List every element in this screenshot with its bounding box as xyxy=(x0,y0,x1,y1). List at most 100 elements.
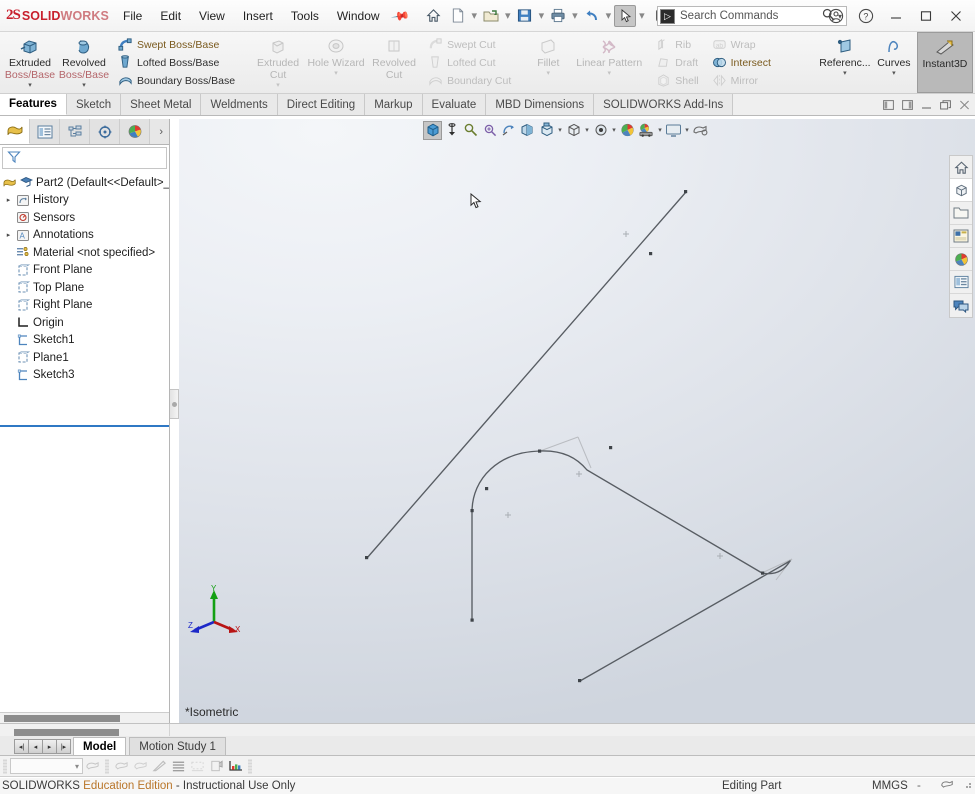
chevron-down-icon[interactable]: ▾ xyxy=(843,70,847,78)
dropdown-separator-print[interactable]: ▾ xyxy=(572,9,578,22)
property-manager-tab[interactable] xyxy=(30,119,60,144)
tree-item-front-plane[interactable]: Front Plane xyxy=(0,262,169,280)
render-region-button[interactable] xyxy=(188,757,207,775)
printer-icon[interactable] xyxy=(547,5,569,27)
new-file-icon[interactable] xyxy=(447,5,469,27)
lofted-boss-base-button[interactable]: Lofted Boss/Base xyxy=(113,54,239,72)
swept-boss-base-button[interactable]: Swept Boss/Base xyxy=(113,36,239,54)
tab-solidworks-add-ins[interactable]: SOLIDWORKS Add-Ins xyxy=(594,94,734,115)
previous-page-arrow-icon[interactable]: ◂ xyxy=(28,739,43,754)
doc-tab-motion-study-1[interactable]: Motion Study 1 xyxy=(129,737,226,755)
status-units[interactable]: MMGS xyxy=(872,780,908,792)
graphics-area[interactable]: ▾ ▾ ▾ ▾ ▾ Y Z X *Isometric xyxy=(179,119,975,723)
tree-item-sketch1[interactable]: Sketch1 xyxy=(0,332,169,350)
last-page-arrow-icon[interactable]: |▸ xyxy=(56,739,71,754)
dropdown-separator-undo[interactable]: ▾ xyxy=(606,9,612,22)
boundary-cut-button[interactable]: Boundary Cut xyxy=(423,72,515,90)
pane-left-icon[interactable] xyxy=(880,97,897,113)
wrap-button[interactable]: ab Wrap xyxy=(707,36,775,54)
feature-tree-filter-input[interactable] xyxy=(2,147,167,169)
material-sphere-button[interactable] xyxy=(112,757,131,775)
curves-button[interactable]: Curves ▾ xyxy=(871,32,917,93)
scene-sphere-button[interactable] xyxy=(131,757,150,775)
boundary-boss-base-button[interactable]: Boundary Boss/Base xyxy=(113,72,239,90)
tab-evaluate[interactable]: Evaluate xyxy=(422,94,487,115)
tree-item-top-plane[interactable]: Top Plane xyxy=(0,279,169,297)
configuration-manager-tab[interactable] xyxy=(60,119,90,144)
scrollbar-thumb[interactable] xyxy=(4,715,120,722)
solidworks-forum-button[interactable] xyxy=(950,294,972,317)
tab-features[interactable]: Features xyxy=(0,94,67,115)
appearances-scenes-button[interactable] xyxy=(950,248,972,271)
tree-item-annotations[interactable]: ▸ A Annotations xyxy=(0,227,169,245)
tree-item-sensors[interactable]: Sensors xyxy=(0,209,169,227)
toolbar-grip[interactable] xyxy=(3,758,7,774)
custom-properties-button[interactable] xyxy=(950,271,972,294)
revolved-boss-base-button[interactable]: Revolved Boss/Base ▾ xyxy=(57,32,111,93)
dropdown-separator-new[interactable]: ▾ xyxy=(472,9,478,22)
pane-right-icon[interactable] xyxy=(899,97,916,113)
final-render-button[interactable] xyxy=(207,757,226,775)
revolved-cut-button[interactable]: Revolved Cut xyxy=(367,32,421,93)
first-page-arrow-icon[interactable]: ◂| xyxy=(14,739,29,754)
minimize-icon[interactable] xyxy=(881,4,911,28)
search-input[interactable]: ▷ Search Commands ▾ xyxy=(657,6,847,26)
resize-grip-icon[interactable] xyxy=(962,779,973,793)
chevron-down-icon[interactable]: ▾ xyxy=(608,70,612,78)
panel-splitter-handle[interactable] xyxy=(170,389,179,419)
floppy-save-icon[interactable] xyxy=(514,5,536,27)
linear-pattern-button[interactable]: Linear Pattern ▾ xyxy=(569,32,649,93)
menu-item-edit[interactable]: Edit xyxy=(151,6,190,26)
extruded-boss-base-button[interactable]: Extruded Boss/Base ▾ xyxy=(3,32,57,93)
decal-pencil-button[interactable] xyxy=(150,757,169,775)
hole-wizard-button[interactable]: Hole Wizard ▾ xyxy=(305,32,367,93)
cursor-arrow-icon[interactable] xyxy=(614,4,637,27)
display-manager-tab[interactable] xyxy=(120,119,150,144)
lofted-cut-button[interactable]: Lofted Cut xyxy=(423,54,515,72)
task-pane-home-button[interactable] xyxy=(950,156,972,179)
rib-button[interactable]: Rib xyxy=(651,36,702,54)
expand-collapse-arrow-icon[interactable]: ▸ xyxy=(3,196,14,204)
doc-close-icon[interactable] xyxy=(956,97,973,113)
dropdown-separator-open[interactable]: ▾ xyxy=(505,9,511,22)
help-question-icon[interactable]: ? xyxy=(851,4,881,28)
rollback-bar[interactable] xyxy=(0,425,169,427)
tree-item-right-plane[interactable]: Right Plane xyxy=(0,297,169,315)
tab-mbd-dimensions[interactable]: MBD Dimensions xyxy=(486,94,595,115)
tree-item-history[interactable]: ▸ History xyxy=(0,192,169,210)
tab-markup[interactable]: Markup xyxy=(365,94,423,115)
undo-arrow-icon[interactable] xyxy=(581,5,603,27)
menu-item-view[interactable]: View xyxy=(190,6,234,26)
file-explorer-button[interactable] xyxy=(950,202,972,225)
close-icon[interactable] xyxy=(941,4,971,28)
doc-tab-model[interactable]: Model xyxy=(73,737,127,755)
home-icon[interactable] xyxy=(423,5,445,27)
render-tools-chart-button[interactable] xyxy=(226,757,245,775)
swept-cut-button[interactable]: Swept Cut xyxy=(423,36,515,54)
doc-minimize-icon[interactable] xyxy=(918,97,935,113)
menu-item-window[interactable]: Window xyxy=(328,6,389,26)
chevron-down-icon[interactable]: ▾ xyxy=(82,82,86,90)
tab-sketch[interactable]: Sketch xyxy=(66,94,122,115)
maximize-icon[interactable] xyxy=(911,4,941,28)
chevron-down-icon[interactable]: ▾ xyxy=(334,70,338,78)
account-circle-icon[interactable] xyxy=(821,4,851,28)
tab-direct-editing[interactable]: Direct Editing xyxy=(277,94,366,115)
doc-restore-window-icon[interactable] xyxy=(937,97,954,113)
overlay-sphere-icon[interactable] xyxy=(940,778,954,794)
chevron-down-icon[interactable]: ▾ xyxy=(28,82,32,90)
tree-item-material[interactable]: Material <not specified> xyxy=(0,244,169,262)
tab-weldments[interactable]: Weldments xyxy=(201,94,278,115)
edit-appearance-button[interactable] xyxy=(83,757,102,775)
scrollbar-thumb[interactable] xyxy=(14,728,119,736)
tree-item-sketch3[interactable]: Sketch3 xyxy=(0,367,169,385)
pushpin-icon[interactable]: 📌 xyxy=(390,5,410,25)
status-units-caret[interactable]: - xyxy=(917,780,921,792)
tree-item-plane1[interactable]: Plane1 xyxy=(0,349,169,367)
lines-stack-button[interactable] xyxy=(169,757,188,775)
feature-tree-horizontal-scrollbar[interactable] xyxy=(0,712,169,723)
reference-geometry-button[interactable]: Referenc... ▾ xyxy=(819,32,871,93)
fillet-button[interactable]: Fillet ▾ xyxy=(527,32,569,93)
shell-button[interactable]: Shell xyxy=(651,72,702,90)
dropdown-separator-save[interactable]: ▾ xyxy=(539,9,545,22)
